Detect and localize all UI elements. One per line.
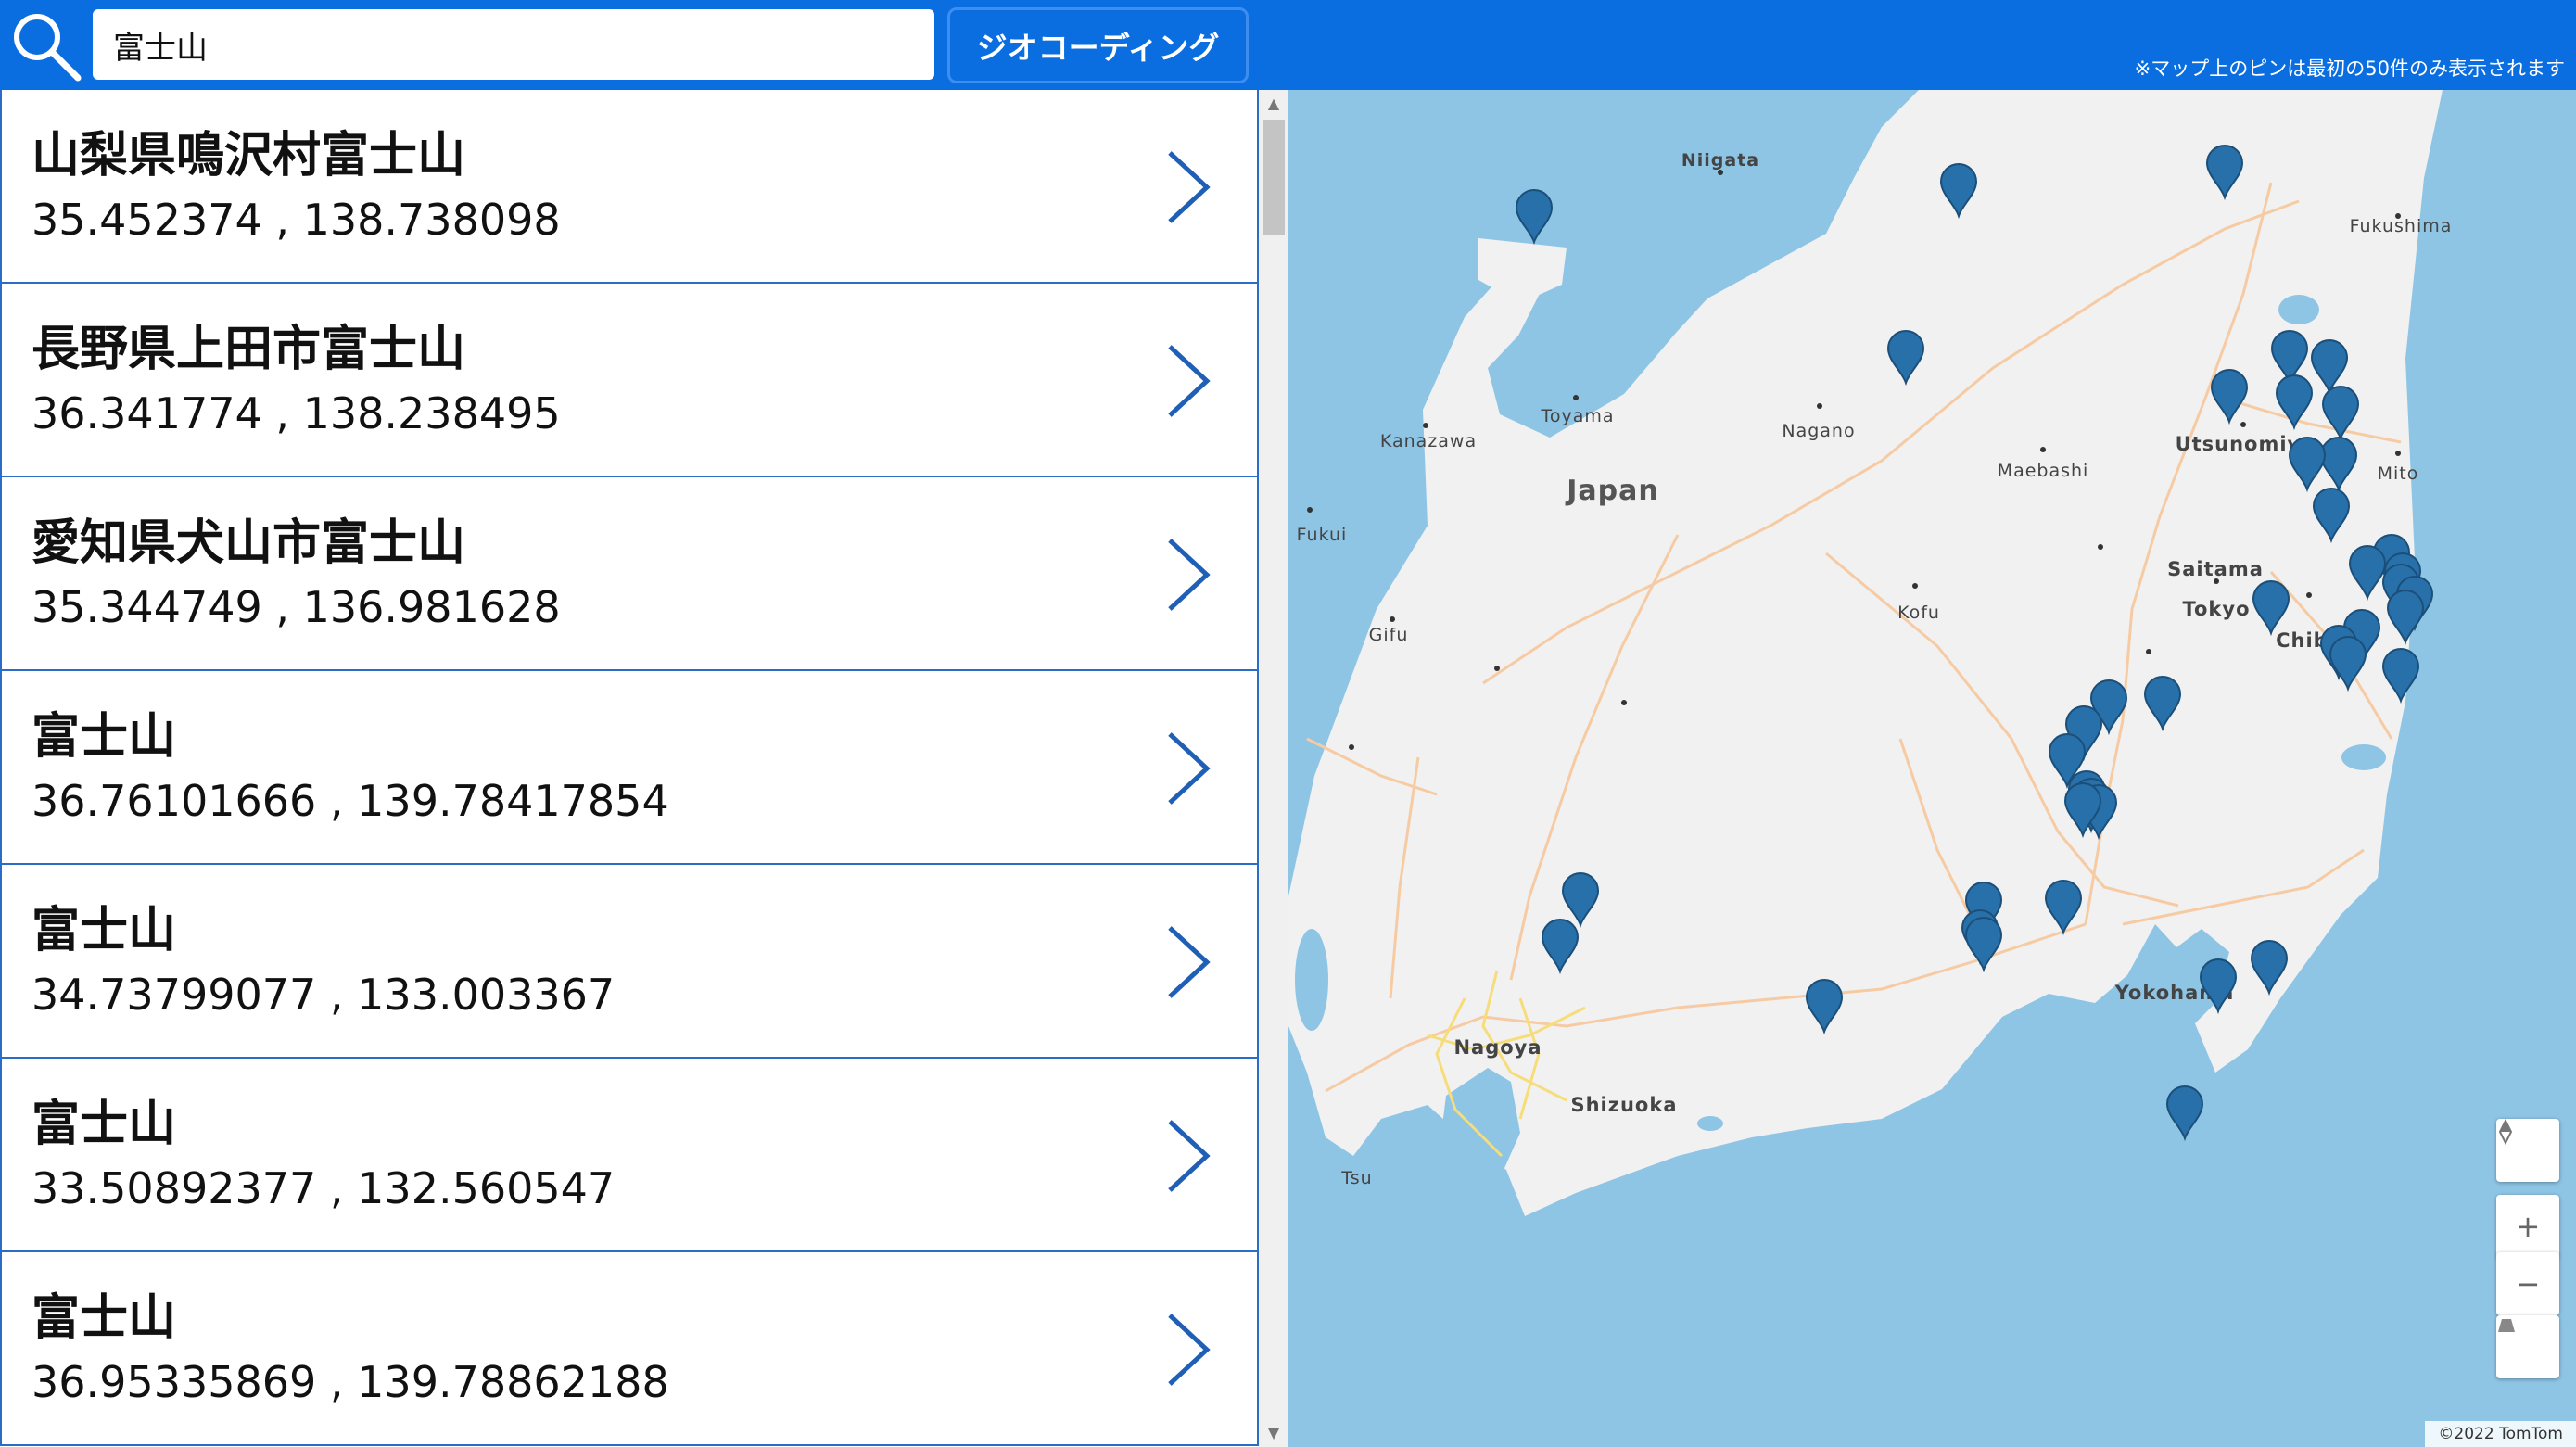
- zoom-out-button[interactable]: −: [2496, 1252, 2559, 1315]
- list-scrollbar[interactable]: ▲ ▼: [1259, 90, 1288, 1447]
- result-name: 長野県上田市富士山: [32, 322, 466, 377]
- search-icon[interactable]: [7, 7, 83, 83]
- list-item[interactable]: 愛知県犬山市富士山 35.344749 , 136.981628: [0, 477, 1259, 671]
- geocode-button[interactable]: ジオコーディング: [947, 7, 1249, 83]
- lake-inawashiro: [2278, 295, 2319, 324]
- result-coordinates: 35.452374 , 138.738098: [32, 195, 561, 245]
- map-view[interactable]: Niigata Fukushima Toyama Nagano Kanazawa…: [1288, 90, 2576, 1447]
- chevron-right-icon[interactable]: [1162, 1116, 1214, 1196]
- chevron-right-icon[interactable]: [1162, 1310, 1214, 1390]
- scroll-thumb[interactable]: [1263, 120, 1285, 235]
- map-copyright: ©2022 TomTom: [2425, 1421, 2576, 1447]
- results-list: 山梨県鳴沢村富士山 35.452374 , 138.738098 長野県上田市富…: [0, 90, 1259, 1447]
- chevron-right-icon[interactable]: [1162, 535, 1214, 615]
- map-label-kanazawa: Kanazawa: [1380, 431, 1477, 451]
- map-label-shizuoka: Shizuoka: [1570, 1094, 1677, 1116]
- map-label-nagoya: Nagoya: [1453, 1036, 1542, 1059]
- map-pin-icon[interactable]: [1515, 189, 1554, 246]
- map-label-fukui: Fukui: [1297, 525, 1348, 545]
- result-name: 富士山: [32, 709, 177, 765]
- map-label-japan: Japan: [1565, 475, 1658, 507]
- top-bar: ジオコーディング ※マップ上のピンは最初の50件のみ表示されます: [0, 0, 2576, 90]
- map-label-kofu: Kofu: [1897, 603, 1940, 623]
- result-coordinates: 34.73799077 , 133.003367: [32, 970, 615, 1020]
- map-label-nagano: Nagano: [1782, 421, 1855, 441]
- list-item[interactable]: 富士山 36.95335869 , 139.78862188: [0, 1252, 1259, 1446]
- chevron-right-icon[interactable]: [1162, 922, 1214, 1002]
- search-input[interactable]: [93, 9, 934, 80]
- list-item[interactable]: 長野県上田市富士山 36.341774 , 138.238495: [0, 284, 1259, 477]
- scroll-up-arrow-icon[interactable]: ▲: [1259, 90, 1288, 118]
- water-sagami-bay: [2086, 1003, 2174, 1073]
- scroll-down-arrow-icon[interactable]: ▼: [1259, 1419, 1288, 1447]
- map-label-toyama: Toyama: [1540, 406, 1614, 426]
- result-coordinates: 36.76101666 , 139.78417854: [32, 776, 669, 826]
- map-canvas[interactable]: Niigata Fukushima Toyama Nagano Kanazawa…: [1288, 90, 2576, 1447]
- map-label-mito: Mito: [2378, 463, 2419, 484]
- pin-limit-note: ※マップ上のピンは最初の50件のみ表示されます: [2134, 57, 2565, 80]
- north-arrow-icon[interactable]: [2496, 1119, 2559, 1182]
- map-label-gifu: Gifu: [1369, 625, 1409, 645]
- result-name: 富士山: [32, 1097, 177, 1152]
- chevron-right-icon[interactable]: [1162, 729, 1214, 808]
- map-label-saitama: Saitama: [2167, 558, 2264, 580]
- lake-biwa: [1295, 929, 1328, 1031]
- result-name: 愛知県犬山市富士山: [32, 515, 466, 571]
- lake-hamana: [1697, 1116, 1723, 1131]
- lake-kasumigaura: [2341, 744, 2386, 770]
- result-name: 山梨県鳴沢村富士山: [32, 128, 466, 184]
- list-item[interactable]: 富士山 33.50892377 , 132.560547: [0, 1059, 1259, 1252]
- result-coordinates: 35.344749 , 136.981628: [32, 582, 561, 632]
- result-coordinates: 33.50892377 , 132.560547: [32, 1163, 615, 1213]
- pitch-icon[interactable]: [2496, 1315, 2559, 1378]
- chevron-right-icon[interactable]: [1162, 341, 1214, 421]
- map-label-tokyo: Tokyo: [2182, 598, 2250, 620]
- zoom-in-button[interactable]: +: [2496, 1195, 2559, 1258]
- map-label-tsu: Tsu: [1340, 1168, 1372, 1188]
- map-label-fukushima: Fukushima: [2350, 216, 2453, 236]
- list-item[interactable]: 富士山 34.73799077 , 133.003367: [0, 865, 1259, 1059]
- result-name: 富士山: [32, 1290, 177, 1346]
- result-name: 富士山: [32, 903, 177, 958]
- list-item[interactable]: 山梨県鳴沢村富士山 35.452374 , 138.738098: [0, 90, 1259, 284]
- map-pin-icon[interactable]: [2165, 1085, 2204, 1142]
- map-label-niigata: Niigata: [1681, 150, 1759, 171]
- result-coordinates: 36.95335869 , 139.78862188: [32, 1357, 669, 1407]
- chevron-right-icon[interactable]: [1162, 147, 1214, 227]
- result-coordinates: 36.341774 , 138.238495: [32, 388, 561, 438]
- list-item[interactable]: 富士山 36.76101666 , 139.78417854: [0, 671, 1259, 865]
- map-label-maebashi: Maebashi: [1998, 461, 2089, 481]
